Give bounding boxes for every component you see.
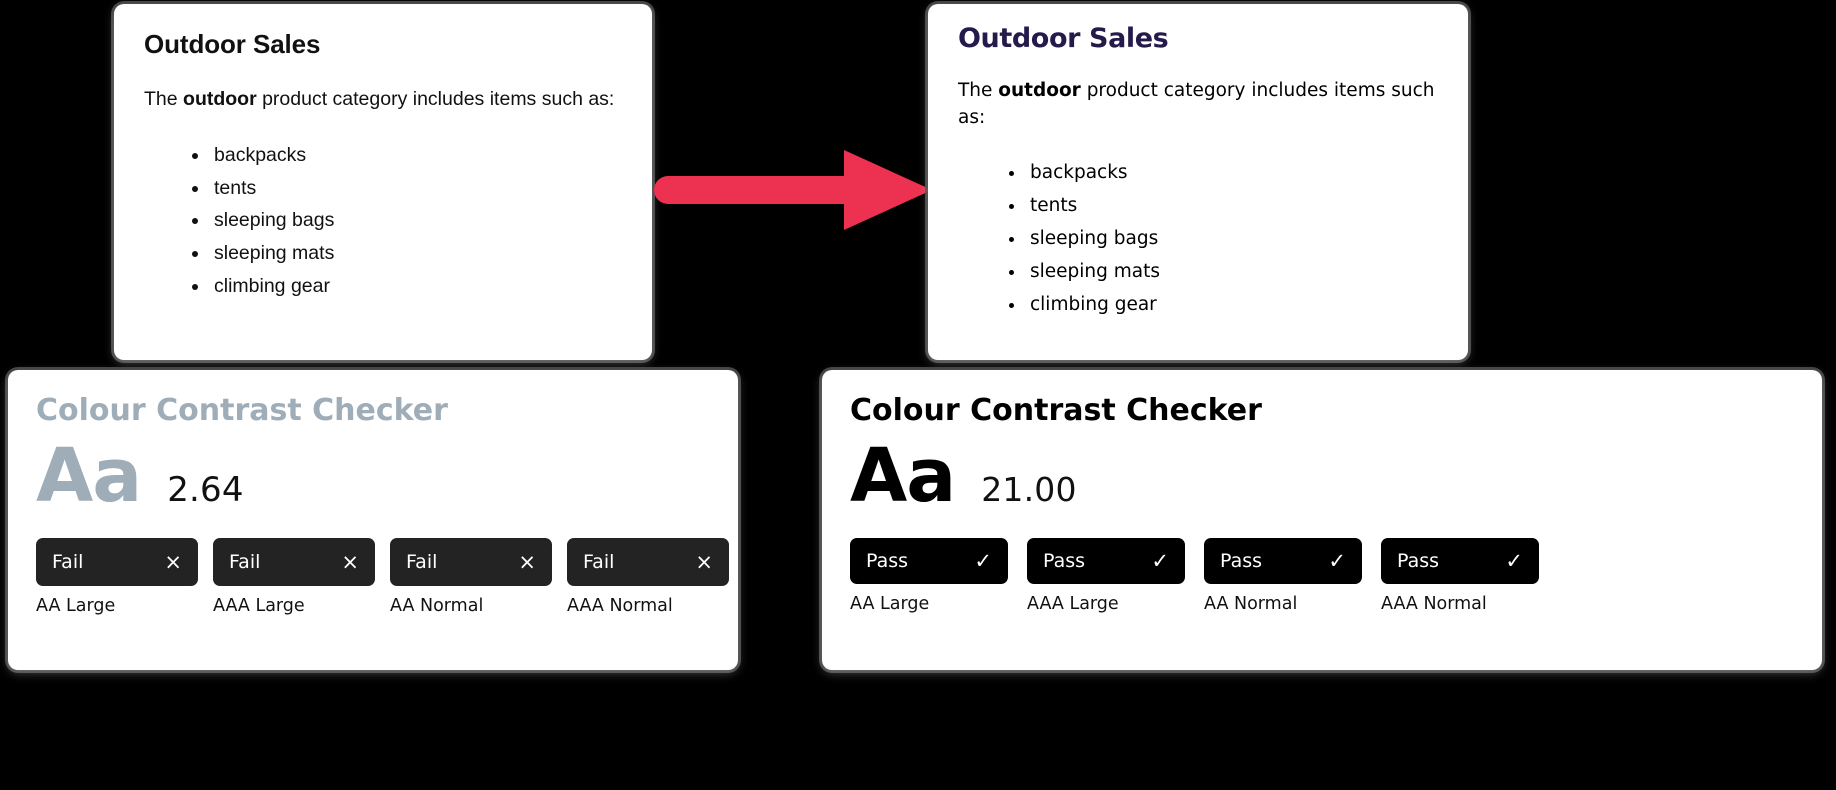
cross-icon: ×: [341, 549, 359, 574]
status-badge[interactable]: Fail ×: [36, 538, 198, 587]
contrast-results-row: Fail × AA Large Fail × AAA Large Fail ×: [36, 538, 729, 616]
checker-card-body: Colour Contrast Checker Aa 21.00 Pass ✓ …: [822, 370, 1822, 614]
status-badge[interactable]: Pass ✓: [1027, 538, 1185, 585]
cross-icon: ×: [164, 549, 182, 574]
status-badge-label: Fail: [229, 550, 261, 573]
sample-text: Aa: [850, 433, 956, 519]
check-icon: ✓: [1505, 548, 1523, 573]
page-title: Outdoor Sales: [958, 23, 1169, 54]
result-caption: AA Large: [850, 594, 930, 615]
result-cell: Fail × AA Large: [36, 538, 198, 616]
contrast-results-row: Pass ✓ AA Large Pass ✓ AAA Large Pass ✓: [850, 538, 1794, 614]
checker-card-body: Colour Contrast Checker Aa 2.64 Fail × A…: [8, 370, 738, 616]
contrast-sample-row: Aa 2.64: [36, 433, 710, 519]
contrast-sample-row: Aa 21.00: [850, 433, 1794, 519]
checker-title: Colour Contrast Checker: [850, 393, 1262, 428]
result-caption: AA Large: [36, 596, 116, 617]
description-rest: product category includes items such as:: [256, 87, 615, 110]
list-item: backpacks: [1026, 157, 1438, 190]
transformation-arrow: [650, 130, 950, 250]
check-icon: ✓: [1151, 548, 1169, 573]
sales-card-body: Outdoor Sales The outdoor product catego…: [114, 4, 652, 303]
outdoor-sales-card-after: Outdoor Sales The outdoor product catego…: [928, 4, 1468, 360]
result-cell: Pass ✓ AA Large: [850, 538, 1008, 614]
result-cell: Fail × AA Normal: [390, 538, 552, 616]
status-badge-label: Fail: [406, 550, 438, 573]
description-emphasis: outdoor: [183, 87, 257, 110]
status-badge-label: Pass: [1220, 549, 1263, 572]
list-item: climbing gear: [1026, 289, 1438, 322]
list-item: sleeping bags: [1026, 223, 1438, 256]
status-badge[interactable]: Fail ×: [213, 538, 375, 587]
contrast-ratio-value: 2.64: [167, 470, 244, 510]
result-caption: AAA Normal: [567, 596, 673, 617]
status-badge-label: Pass: [1397, 549, 1440, 572]
result-cell: Fail × AAA Large: [213, 538, 375, 616]
sales-card-body: Outdoor Sales The outdoor product catego…: [928, 4, 1468, 322]
page-title: Outdoor Sales: [144, 29, 321, 59]
status-badge-label: Pass: [1043, 549, 1086, 572]
status-badge[interactable]: Fail ×: [567, 538, 729, 587]
status-badge[interactable]: Fail ×: [390, 538, 552, 587]
list-item: sleeping mats: [1026, 256, 1438, 289]
result-caption: AAA Large: [213, 596, 305, 617]
check-icon: ✓: [974, 548, 992, 573]
contrast-ratio-value: 21.00: [981, 470, 1077, 509]
result-cell: Pass ✓ AAA Large: [1027, 538, 1185, 614]
cross-icon: ×: [518, 549, 536, 574]
product-list: backpacks tents sleeping bags sleeping m…: [144, 139, 622, 303]
checker-title: Colour Contrast Checker: [36, 393, 448, 428]
status-badge-label: Fail: [52, 550, 84, 573]
result-caption: AAA Normal: [1381, 594, 1487, 615]
status-badge-label: Pass: [866, 549, 909, 572]
list-item: tents: [210, 172, 622, 205]
sample-text: Aa: [36, 433, 142, 519]
check-icon: ✓: [1328, 548, 1346, 573]
list-item: climbing gear: [210, 270, 622, 303]
comparison-stage: Outdoor Sales The outdoor product catego…: [0, 0, 1836, 790]
contrast-checker-card-after: Colour Contrast Checker Aa 21.00 Pass ✓ …: [822, 370, 1822, 670]
description-lead: The: [958, 79, 999, 101]
result-cell: Pass ✓ AAA Normal: [1381, 538, 1539, 614]
list-item: sleeping mats: [210, 237, 622, 270]
status-badge[interactable]: Pass ✓: [1381, 538, 1539, 585]
status-badge[interactable]: Pass ✓: [1204, 538, 1362, 585]
product-list: backpacks tents sleeping bags sleeping m…: [958, 157, 1438, 322]
list-item: tents: [1026, 190, 1438, 223]
description-lead: The: [144, 87, 184, 110]
result-caption: AAA Large: [1027, 594, 1119, 615]
arrow-right-icon: [654, 150, 932, 230]
status-badge-label: Fail: [583, 550, 615, 573]
sales-description: The outdoor product category includes it…: [958, 78, 1438, 132]
status-badge[interactable]: Pass ✓: [850, 538, 1008, 585]
result-caption: AA Normal: [390, 596, 484, 617]
result-caption: AA Normal: [1204, 594, 1298, 615]
cross-icon: ×: [695, 549, 713, 574]
list-item: backpacks: [210, 139, 622, 172]
list-item: sleeping bags: [210, 204, 622, 237]
result-cell: Pass ✓ AA Normal: [1204, 538, 1362, 614]
sales-description: The outdoor product category includes it…: [144, 85, 622, 113]
description-emphasis: outdoor: [998, 79, 1081, 101]
outdoor-sales-card-before: Outdoor Sales The outdoor product catego…: [114, 4, 652, 360]
result-cell: Fail × AAA Normal: [567, 538, 729, 616]
contrast-checker-card-before: Colour Contrast Checker Aa 2.64 Fail × A…: [8, 370, 738, 670]
